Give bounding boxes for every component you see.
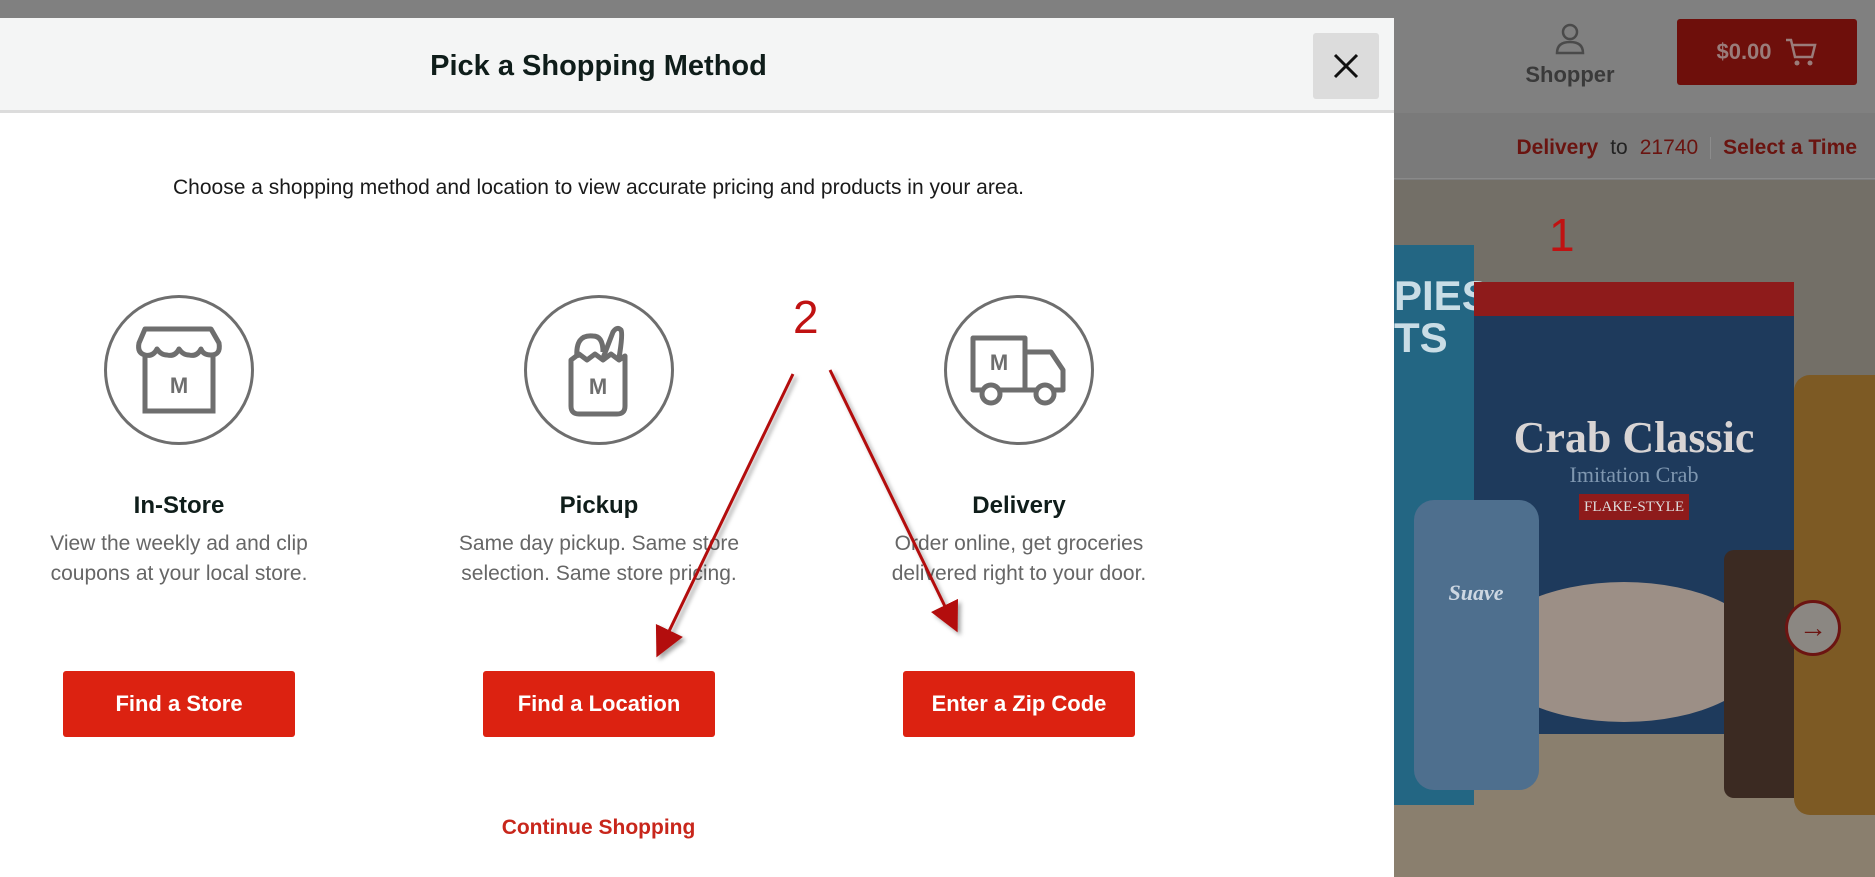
deodorant-product: Suave xyxy=(1414,500,1539,790)
crab-package-subtitle: Imitation Crab xyxy=(1569,462,1699,487)
cart-icon xyxy=(1785,38,1817,66)
account-button[interactable]: Shopper xyxy=(1510,22,1630,88)
option-title: Delivery xyxy=(972,492,1066,519)
modal-header: Pick a Shopping Method xyxy=(0,18,1394,113)
truck-icon-letter: M xyxy=(990,350,1008,375)
crab-package-flake-label: FLAKE-STYLE xyxy=(1579,494,1689,520)
option-title: Pickup xyxy=(559,492,639,519)
crab-package-title: Crab Classic xyxy=(1513,413,1755,462)
option-in-store: M In-Store View the weekly ad and clip c… xyxy=(0,295,359,589)
modal-title: Pick a Shopping Method xyxy=(430,50,767,82)
find-location-button[interactable]: Find a Location xyxy=(483,671,715,737)
account-label: Shopper xyxy=(1525,62,1615,87)
delivery-to-text: to xyxy=(1610,136,1628,159)
option-title: In-Store xyxy=(133,492,225,519)
grocery-bag-icon: M xyxy=(568,325,628,417)
close-icon xyxy=(1333,53,1359,79)
shopping-method-modal: Pick a Shopping Method Choose a shopping… xyxy=(0,18,1394,877)
cart-total: $0.00 xyxy=(1716,39,1772,64)
store-icon-letter: M xyxy=(170,373,188,398)
option-icon-circle: M xyxy=(944,295,1094,445)
option-icon-circle: M xyxy=(524,295,674,445)
annotation-step-1: 1 xyxy=(1549,209,1575,261)
option-icon-circle: M xyxy=(104,295,254,445)
cart-button[interactable]: $0.00 xyxy=(1677,19,1857,85)
enter-zip-code-button[interactable]: Enter a Zip Code xyxy=(903,671,1135,737)
hero-banner-image: PIES TS Crab Classic Imitation Crab FLAK… xyxy=(1394,180,1875,877)
bag-icon-letter: M xyxy=(589,374,607,399)
carousel-next-button[interactable]: → xyxy=(1785,600,1841,656)
delivery-method-link[interactable]: Delivery xyxy=(1516,136,1598,160)
delivery-info-bar: Delivery to 21740 Select a Time xyxy=(1516,136,1857,160)
find-store-button[interactable]: Find a Store xyxy=(63,671,295,737)
annotation-step-2: 2 xyxy=(793,291,819,343)
delivery-truck-icon: M xyxy=(970,335,1066,406)
divider xyxy=(1710,137,1712,159)
option-description: Same day pickup. Same store selection. S… xyxy=(458,532,740,585)
option-description: Order online, get groceries delivered ri… xyxy=(891,532,1147,585)
modal-intro-text: Choose a shopping method and location to… xyxy=(172,176,1025,199)
option-description: View the weekly ad and clip coupons at y… xyxy=(50,532,308,585)
option-pickup: M Pickup Same day pickup. Same store sel… xyxy=(419,295,779,589)
arrow-right-icon: → xyxy=(1799,612,1827,643)
user-icon xyxy=(1555,23,1585,55)
option-delivery: M Delivery Order online, get groceries d… xyxy=(839,295,1199,589)
peanut-butter-jar xyxy=(1794,375,1875,815)
crab-package-banner xyxy=(1474,282,1794,316)
storefront-icon: M xyxy=(136,326,222,414)
continue-shopping-link[interactable]: Continue Shopping xyxy=(0,816,1197,840)
select-time-link[interactable]: Select a Time xyxy=(1723,136,1857,160)
delivery-zip-link[interactable]: 21740 xyxy=(1640,136,1698,160)
close-button[interactable] xyxy=(1313,33,1379,99)
deodorant-brand: Suave xyxy=(1448,580,1504,605)
